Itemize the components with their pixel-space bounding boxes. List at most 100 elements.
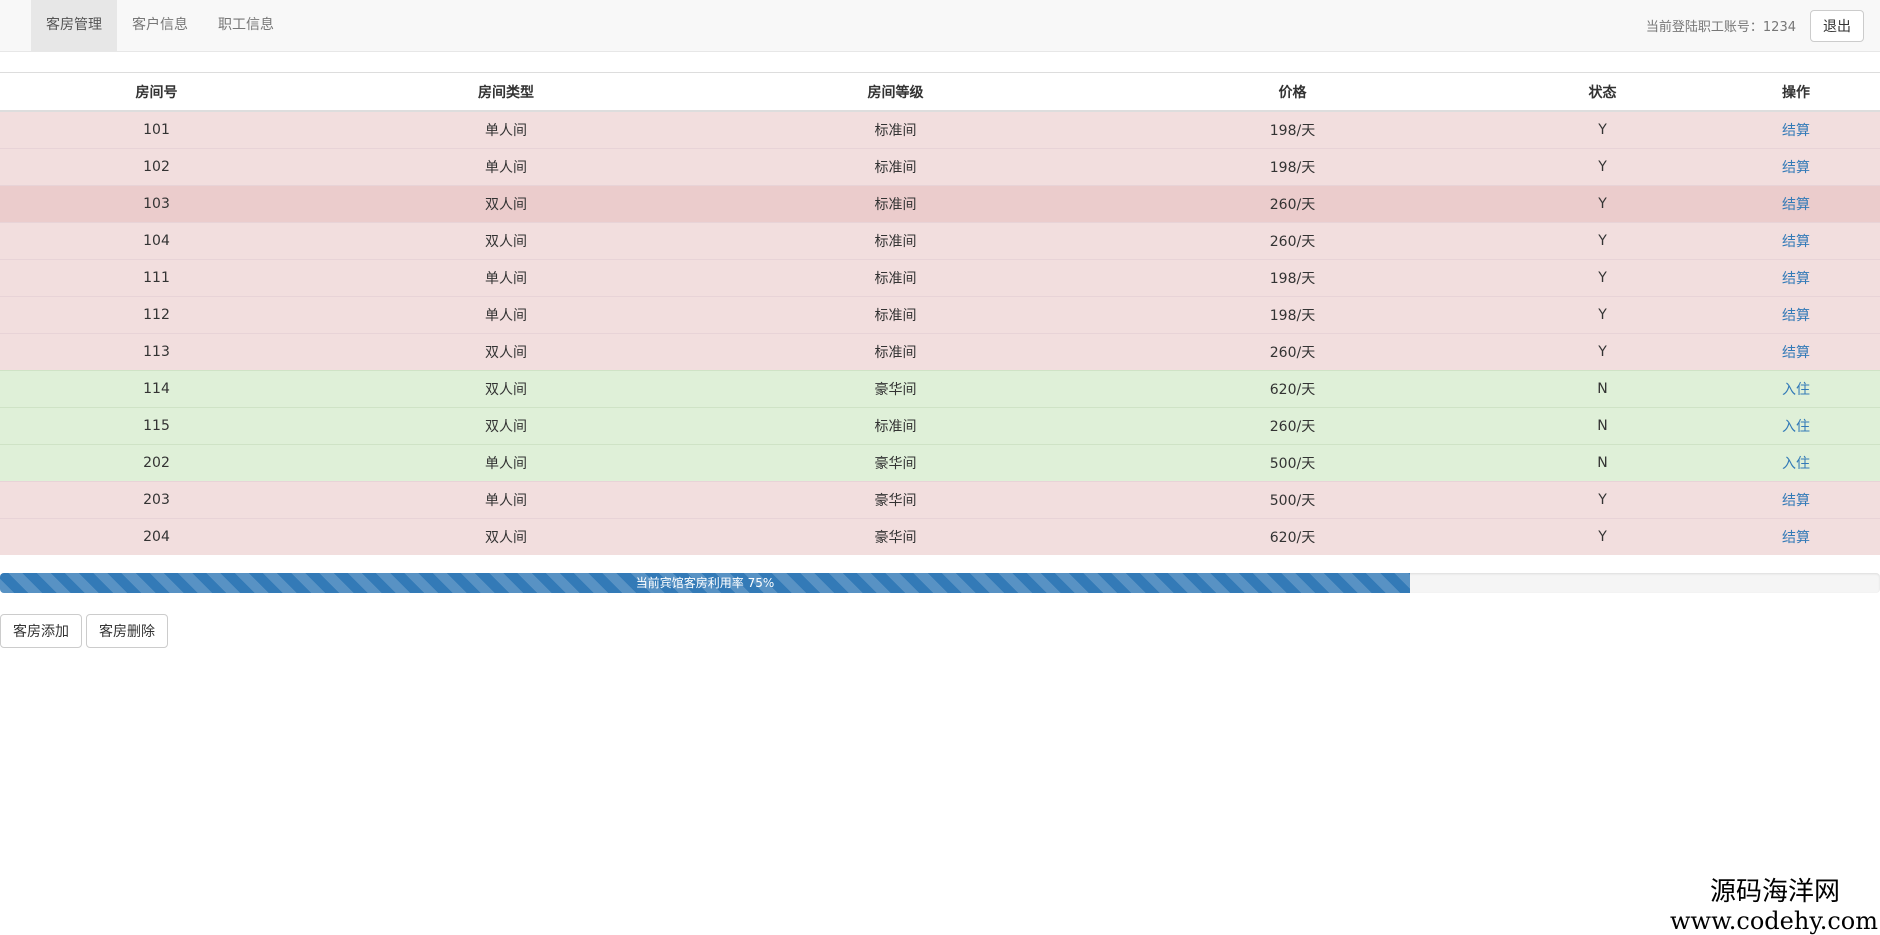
room-table: 房间号 房间类型 房间等级 价格 状态 操作 101 单人间 标准间 198/天… [0, 72, 1880, 555]
table-row: 114 双人间 豪华间 620/天 N 入住 [0, 370, 1880, 408]
cell-action: 结算 [1712, 296, 1880, 334]
login-info: 当前登陆职工账号：1234 [1646, 16, 1796, 35]
cell-price: 620/天 [1092, 518, 1493, 555]
nav-tabs: 客房管理 客户信息 职工信息 [31, 0, 289, 51]
cell-price: 260/天 [1092, 222, 1493, 260]
cell-price: 260/天 [1092, 333, 1493, 371]
cell-action: 结算 [1712, 518, 1880, 555]
checkout-link[interactable]: 结算 [1782, 345, 1810, 361]
cell-grade: 豪华间 [699, 370, 1092, 408]
cell-price: 500/天 [1092, 444, 1493, 482]
cell-room: 104 [0, 222, 313, 260]
occupancy-progress-bar: 当前宾馆客房利用率 75% [0, 573, 1410, 593]
table-row: 111 单人间 标准间 198/天 Y 结算 [0, 259, 1880, 297]
cell-status: Y [1493, 333, 1712, 371]
cell-action: 结算 [1712, 185, 1880, 223]
add-room-button[interactable]: 客房添加 [0, 614, 82, 648]
watermark-name: 源码海洋网 [1709, 877, 1840, 907]
checkout-link[interactable]: 结算 [1782, 123, 1810, 139]
table-row: 104 双人间 标准间 260/天 Y 结算 [0, 222, 1880, 260]
table-row: 102 单人间 标准间 198/天 Y 结算 [0, 148, 1880, 186]
cell-type: 双人间 [313, 370, 699, 408]
cell-price: 198/天 [1092, 259, 1493, 297]
table-row: 202 单人间 豪华间 500/天 N 入住 [0, 444, 1880, 482]
cell-room: 112 [0, 296, 313, 334]
cell-price: 198/天 [1092, 110, 1493, 149]
table-row: 112 单人间 标准间 198/天 Y 结算 [0, 296, 1880, 334]
login-label: 当前登陆职工账号： [1645, 20, 1763, 35]
room-actions: 客房添加 客房删除 [0, 614, 172, 648]
watermark-url: www.codehy.com [1670, 907, 1878, 935]
cell-grade: 标准间 [699, 148, 1092, 186]
logout-button[interactable]: 退出 [1810, 9, 1864, 42]
cell-action: 结算 [1712, 148, 1880, 186]
cell-grade: 标准间 [699, 407, 1092, 445]
checkin-link[interactable]: 入住 [1782, 382, 1810, 398]
table-row: 113 双人间 标准间 260/天 Y 结算 [0, 333, 1880, 371]
cell-room: 203 [0, 481, 313, 519]
cell-type: 双人间 [313, 518, 699, 555]
cell-grade: 标准间 [699, 185, 1092, 223]
cell-action: 入住 [1712, 370, 1880, 408]
cell-room: 111 [0, 259, 313, 297]
checkout-link[interactable]: 结算 [1782, 493, 1810, 509]
cell-type: 单人间 [313, 444, 699, 482]
cell-grade: 豪华间 [699, 444, 1092, 482]
table-row: 101 单人间 标准间 198/天 Y 结算 [0, 110, 1880, 149]
cell-status: Y [1493, 110, 1712, 149]
cell-status: Y [1493, 518, 1712, 555]
delete-room-button[interactable]: 客房删除 [86, 614, 168, 648]
cell-action: 结算 [1712, 259, 1880, 297]
cell-type: 双人间 [313, 222, 699, 260]
cell-grade: 豪华间 [699, 481, 1092, 519]
checkout-link[interactable]: 结算 [1782, 197, 1810, 213]
table-row: 203 单人间 豪华间 500/天 Y 结算 [0, 481, 1880, 519]
cell-status: Y [1493, 222, 1712, 260]
cell-grade: 豪华间 [699, 518, 1092, 555]
top-navbar: 客房管理 客户信息 职工信息 当前登陆职工账号：1234 退出 [0, 0, 1880, 52]
header-price: 价格 [1092, 72, 1493, 112]
checkout-link[interactable]: 结算 [1782, 308, 1810, 324]
cell-status: Y [1493, 259, 1712, 297]
table-row: 115 双人间 标准间 260/天 N 入住 [0, 407, 1880, 445]
checkout-link[interactable]: 结算 [1782, 234, 1810, 250]
table-header-row: 房间号 房间类型 房间等级 价格 状态 操作 [0, 72, 1880, 112]
cell-room: 101 [0, 110, 313, 149]
cell-price: 620/天 [1092, 370, 1493, 408]
cell-type: 单人间 [313, 259, 699, 297]
cell-price: 198/天 [1092, 148, 1493, 186]
cell-type: 单人间 [313, 110, 699, 149]
nav-user-area: 当前登陆职工账号：1234 退出 [1646, 0, 1864, 51]
cell-action: 结算 [1712, 110, 1880, 149]
cell-grade: 标准间 [699, 333, 1092, 371]
cell-type: 单人间 [313, 148, 699, 186]
cell-room: 202 [0, 444, 313, 482]
checkout-link[interactable]: 结算 [1782, 530, 1810, 546]
checkin-link[interactable]: 入住 [1782, 456, 1810, 472]
header-action: 操作 [1712, 72, 1880, 112]
cell-room: 114 [0, 370, 313, 408]
cell-action: 结算 [1712, 222, 1880, 260]
cell-price: 198/天 [1092, 296, 1493, 334]
tab-room-management[interactable]: 客房管理 [31, 0, 117, 51]
cell-room: 204 [0, 518, 313, 555]
cell-type: 单人间 [313, 296, 699, 334]
header-room-grade: 房间等级 [699, 72, 1092, 112]
cell-grade: 标准间 [699, 259, 1092, 297]
cell-type: 双人间 [313, 407, 699, 445]
checkout-link[interactable]: 结算 [1782, 160, 1810, 176]
cell-action: 入住 [1712, 444, 1880, 482]
cell-grade: 标准间 [699, 222, 1092, 260]
table-row: 103 双人间 标准间 260/天 Y 结算 [0, 185, 1880, 223]
checkout-link[interactable]: 结算 [1782, 271, 1810, 287]
cell-action: 结算 [1712, 481, 1880, 519]
header-room-number: 房间号 [0, 72, 313, 112]
site-watermark: 源码海洋网 www.codehy.com [1670, 876, 1880, 934]
cell-type: 双人间 [313, 185, 699, 223]
cell-status: N [1493, 444, 1712, 482]
cell-room: 102 [0, 148, 313, 186]
tab-staff-info[interactable]: 职工信息 [203, 0, 289, 51]
cell-action: 入住 [1712, 407, 1880, 445]
tab-customer-info[interactable]: 客户信息 [117, 0, 203, 51]
checkin-link[interactable]: 入住 [1782, 419, 1810, 435]
